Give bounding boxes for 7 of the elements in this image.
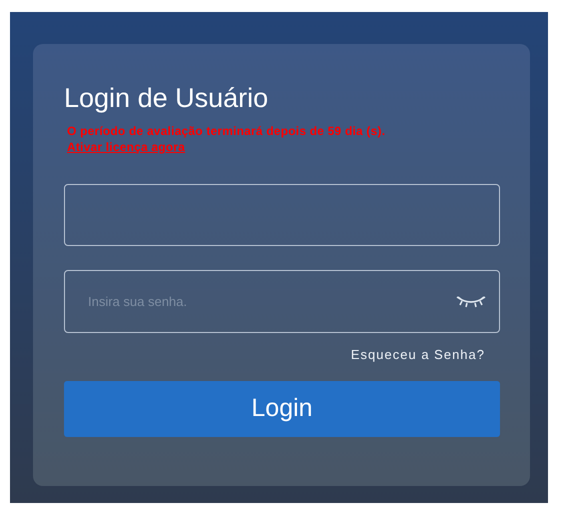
closed-eye-icon[interactable] (456, 295, 486, 309)
username-field[interactable] (64, 184, 500, 246)
trial-notice: O período de avaliação terminará depois de 59 dia (s). Ativar licença agora (66, 123, 386, 155)
login-button[interactable]: Login (64, 380, 500, 436)
password-field[interactable]: Insira sua senha. (64, 270, 500, 333)
forgot-password-link[interactable]: Esqueceu a Senha? (350, 345, 485, 364)
login-title: Login de Usuário (64, 82, 270, 114)
